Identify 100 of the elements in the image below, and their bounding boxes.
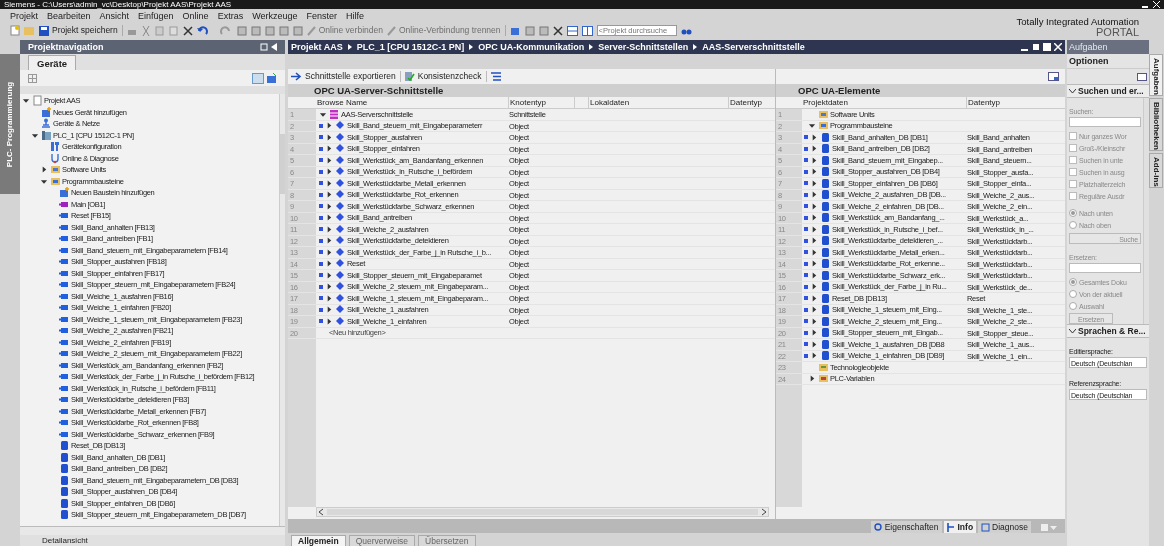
breadcrumb-item[interactable]: Projekt AAS [291, 41, 343, 53]
expand-arrow-icon[interactable] [810, 201, 818, 211]
scrollbar[interactable] [1143, 98, 1149, 324]
expand-arrow-icon[interactable] [810, 293, 818, 303]
breadcrumb-item[interactable]: Server-Schnittstellen [598, 41, 689, 53]
expand-arrow-icon[interactable] [810, 132, 818, 142]
menu-item[interactable]: Werkzeuge [252, 10, 298, 22]
expand-arrow-icon[interactable] [810, 351, 818, 361]
side-tab[interactable]: PLC- Programmierung [0, 54, 20, 194]
expand-arrow-icon[interactable] [810, 224, 818, 234]
radio-button[interactable] [1069, 290, 1077, 298]
delete-icon[interactable] [182, 25, 193, 36]
column-header[interactable]: Datentyp [728, 97, 775, 108]
scroll-left-icon[interactable] [317, 508, 325, 516]
tab[interactable]: Diagnose [978, 521, 1031, 533]
expand-arrow-icon[interactable] [810, 305, 818, 315]
device-view-icon[interactable] [266, 72, 277, 84]
expand-arrow-icon[interactable] [810, 213, 818, 223]
column-header[interactable]: Projektdaten [802, 97, 966, 108]
expand-arrow-icon[interactable] [325, 316, 333, 326]
checkbox[interactable] [1069, 168, 1077, 176]
scroll-right-icon[interactable] [760, 508, 768, 516]
close-icon[interactable] [552, 25, 563, 36]
expand-arrow-icon[interactable] [810, 178, 818, 188]
expand-arrow-icon[interactable] [325, 121, 333, 131]
expand-arrow-icon[interactable] [325, 190, 333, 200]
scrollbar[interactable] [20, 526, 285, 535]
expand-arrow-icon[interactable] [325, 236, 333, 246]
split-horizontal-icon[interactable] [566, 25, 578, 36]
consistency-check-button[interactable]: Konsistenzcheck [404, 71, 482, 82]
menu-item[interactable]: Fenster [306, 10, 337, 22]
list-icon[interactable] [490, 72, 501, 81]
save-button[interactable]: Projekt speichern [39, 25, 118, 36]
expand-arrow-icon[interactable] [325, 155, 333, 165]
menu-item[interactable]: Bearbeiten [47, 10, 91, 22]
expand-arrow-icon[interactable] [810, 247, 818, 257]
checkbox[interactable] [1069, 156, 1077, 164]
expand-arrow-icon[interactable] [810, 270, 818, 280]
window-icon[interactable] [1137, 72, 1147, 81]
tab[interactable]: Allgemein [291, 535, 346, 546]
expand-arrow-icon[interactable] [325, 270, 333, 280]
expand-arrow-icon[interactable] [325, 167, 333, 177]
checkbox[interactable] [1069, 192, 1077, 200]
expand-arrow-icon[interactable] [810, 328, 818, 338]
expand-arrow-icon[interactable] [325, 213, 333, 223]
search-field[interactable] [1069, 117, 1141, 127]
column-header[interactable]: Lokaldaten [588, 97, 728, 108]
menu-item[interactable]: Hilfe [346, 10, 365, 22]
tab[interactable]: Info [943, 521, 977, 533]
replace-field[interactable] [1069, 263, 1141, 273]
menu-item[interactable]: Ansicht [99, 10, 130, 22]
menu-item[interactable]: Extras [217, 10, 244, 22]
expand-arrow-icon[interactable] [810, 155, 818, 165]
side-tab[interactable]: Aufgaben [1149, 54, 1163, 96]
expand-arrow-icon[interactable] [810, 282, 818, 292]
tab[interactable]: Übersetzen [418, 535, 476, 546]
menu-item[interactable]: Online [182, 10, 209, 22]
expand-arrow-icon[interactable] [810, 190, 818, 200]
expand-arrow-icon[interactable] [810, 144, 818, 154]
breadcrumb-item[interactable]: AAS-Serverschnittstelle [702, 41, 805, 53]
pin-icon[interactable] [260, 43, 268, 51]
checkbox[interactable] [1069, 132, 1077, 140]
expand-arrow-icon[interactable] [40, 165, 48, 175]
scrollbar[interactable] [316, 507, 769, 517]
tab[interactable]: Eigenschaften [870, 521, 942, 533]
breadcrumb-item[interactable]: OPC UA-Kommunikation [478, 41, 585, 53]
section-header[interactable]: Suchen und er... [1067, 84, 1149, 98]
radio-button[interactable] [1069, 209, 1077, 217]
breadcrumb-item[interactable]: PLC_1 [CPU 1512C-1 PN] [356, 41, 465, 53]
side-tab[interactable]: Bibliotheken [1149, 97, 1163, 151]
expand-arrow-icon[interactable] [325, 247, 333, 257]
column-header[interactable]: Browse Name [316, 97, 508, 108]
tab[interactable]: Geräte [28, 55, 77, 70]
window-icon[interactable] [1048, 72, 1059, 81]
column-header[interactable]: Knotentyp [508, 97, 574, 108]
expand-arrow-icon[interactable] [810, 316, 818, 326]
collapse-icon[interactable] [271, 43, 277, 51]
expand-arrow-icon[interactable] [810, 259, 818, 269]
radio-button[interactable] [1069, 221, 1077, 229]
expand-arrow-icon[interactable] [325, 144, 333, 154]
checkbox[interactable] [1069, 144, 1077, 152]
radio-button[interactable] [1069, 278, 1077, 286]
section-header[interactable]: Sprachen & Re... [1067, 324, 1149, 338]
expand-arrow-icon[interactable] [325, 132, 333, 142]
expand-arrow-icon[interactable] [325, 305, 333, 315]
menu-item[interactable]: Einfügen [138, 10, 174, 22]
checkbox[interactable] [1069, 180, 1077, 188]
expand-arrow-icon[interactable] [810, 236, 818, 246]
overview-icon[interactable] [252, 72, 264, 84]
expand-arrow-icon[interactable] [325, 282, 333, 292]
scrollbar[interactable] [279, 94, 285, 526]
expand-arrow-icon[interactable] [325, 178, 333, 188]
expand-arrow-icon[interactable] [325, 224, 333, 234]
expand-arrow-icon[interactable] [325, 201, 333, 211]
column-header[interactable]: Datentyp [966, 97, 1058, 108]
tab[interactable]: Querverweise [348, 535, 416, 546]
expand-arrow-icon[interactable] [808, 374, 816, 384]
export-button[interactable]: Schnittstelle exportieren [291, 71, 396, 82]
expand-arrow-icon[interactable] [325, 259, 333, 269]
expand-arrow-icon[interactable] [325, 293, 333, 303]
